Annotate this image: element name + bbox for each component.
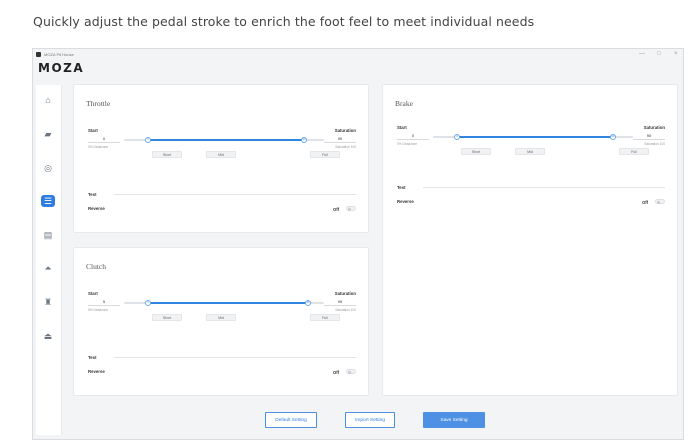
brake-start-label: Start — [397, 125, 407, 130]
throttle-saturation-hint: Saturation 100 — [335, 145, 356, 149]
throttle-start-label: Start — [88, 128, 98, 133]
throttle-title: Throttle — [86, 99, 111, 108]
sidebar-item-dashboard[interactable]: ⏶ — [41, 262, 55, 274]
default-setting-button[interactable]: Default Setting — [265, 412, 317, 428]
throttle-start-handle[interactable]: 0 — [145, 137, 151, 143]
window-title: MOZA Pit House — [44, 52, 74, 57]
clutch-panel: Clutch Start Saturation 5 95 5% Deadzone… — [73, 247, 369, 396]
brake-test-bar — [423, 187, 665, 188]
throttle-start-hint: 0% Deadzone — [88, 145, 109, 149]
brake-start-input[interactable]: 0 — [397, 133, 429, 140]
brake-title: Brake — [395, 99, 413, 108]
throttle-test-bar — [114, 194, 356, 195]
clutch-start-label: Start — [88, 291, 98, 296]
clutch-reverse-label: Reverse — [88, 369, 105, 374]
clutch-reverse-toggle[interactable] — [346, 369, 356, 374]
import-setting-button[interactable]: Import Setting — [345, 412, 395, 428]
clutch-mid-button[interactable]: Mid — [206, 314, 236, 321]
clutch-start-hint: 5% Deadzone — [88, 308, 109, 312]
save-setting-button[interactable]: Save Setting — [423, 412, 485, 428]
clutch-title: Clutch — [86, 262, 106, 271]
shield-icon: ◎ — [44, 162, 52, 173]
clutch-short-button[interactable]: Short — [152, 314, 182, 321]
throttle-end-handle[interactable]: 90 — [301, 137, 307, 143]
brake-mid-button[interactable]: Mid — [515, 148, 545, 155]
throttle-panel: Throttle Start Saturation 0 90 0% Deadzo… — [73, 84, 369, 233]
handbrake-icon: ♜ — [43, 296, 53, 307]
brake-saturation-hint: Saturation 100 — [644, 142, 665, 146]
clutch-saturation-input[interactable]: 95 — [324, 299, 356, 306]
pedals-icon: ☰ — [43, 195, 53, 206]
brake-reverse-label: Reverse — [397, 199, 414, 204]
clutch-end-handle[interactable]: 95 — [305, 300, 311, 306]
clutch-saturation-label: Saturation — [334, 291, 356, 296]
brake-test-label: Test — [397, 185, 406, 190]
throttle-reverse-toggle[interactable] — [346, 206, 356, 211]
sidebar: ⌂ ▰ ◎ ☰ ▤ ⏶ ♜ ⏏ — [36, 85, 62, 435]
throttle-test-label: Test — [88, 192, 97, 197]
throttle-mid-button[interactable]: Mid — [206, 151, 236, 158]
maximize-button[interactable]: □ — [657, 51, 661, 57]
clutch-test-label: Test — [88, 355, 97, 360]
throttle-short-button[interactable]: Short — [152, 151, 182, 158]
clutch-saturation-hint: Saturation 100 — [335, 308, 356, 312]
brake-start-hint: 0% Deadzone — [397, 142, 418, 146]
throttle-reverse-label: Reverse — [88, 206, 105, 211]
brake-full-button[interactable]: Full — [619, 148, 649, 155]
app-icon — [36, 52, 41, 57]
steering-wheel-icon: ▰ — [44, 128, 52, 139]
dashboard-icon: ⏶ — [44, 262, 52, 273]
sidebar-item-device[interactable]: ⏏ — [41, 330, 55, 342]
moza-logo: MOZA — [38, 61, 85, 75]
title-bar: MOZA Pit House — □ × — [33, 49, 683, 60]
shifter-icon: ▤ — [43, 229, 53, 240]
throttle-saturation-label: Saturation — [334, 128, 356, 133]
sidebar-item-home[interactable]: ⌂ — [41, 94, 55, 106]
clutch-start-handle[interactable]: 5 — [145, 300, 151, 306]
brake-reverse-toggle[interactable] — [655, 199, 665, 204]
clutch-start-input[interactable]: 5 — [88, 299, 120, 306]
brake-panel: Brake Start Saturation 0 90 0% Deadzone … — [382, 84, 678, 396]
clutch-test-bar — [114, 357, 356, 358]
caption-text: Quickly adjust the pedal stroke to enric… — [33, 14, 535, 29]
brake-saturation-input[interactable]: 90 — [633, 133, 665, 140]
sidebar-item-pedals[interactable]: ☰ — [41, 195, 55, 207]
brake-saturation-label: Saturation — [643, 125, 665, 130]
throttle-full-button[interactable]: Full — [310, 151, 340, 158]
throttle-saturation-input[interactable]: 90 — [324, 136, 356, 143]
sidebar-item-wheel[interactable]: ▰ — [41, 128, 55, 140]
brake-short-button[interactable]: Short — [461, 148, 491, 155]
minimize-button[interactable]: — — [639, 51, 645, 57]
throttle-start-input[interactable]: 0 — [88, 136, 120, 143]
close-button[interactable]: × — [674, 51, 678, 57]
device-icon: ⏏ — [43, 330, 53, 341]
sidebar-item-shifter[interactable]: ▤ — [41, 229, 55, 241]
brake-start-handle[interactable]: 0 — [454, 134, 460, 140]
brake-slider-fill — [457, 136, 613, 138]
clutch-full-button[interactable]: Full — [310, 314, 340, 321]
app-window: MOZA Pit House — □ × MOZA ⌂ ▰ ◎ ☰ ▤ ⏶ ♜ … — [32, 48, 684, 440]
throttle-reverse-state: Off — [333, 207, 340, 212]
home-icon: ⌂ — [45, 95, 51, 105]
throttle-slider-fill — [148, 139, 304, 141]
brake-end-handle[interactable]: 90 — [610, 134, 616, 140]
sidebar-item-handbrake[interactable]: ♜ — [41, 296, 55, 308]
clutch-slider-fill — [148, 302, 308, 304]
clutch-reverse-state: Off — [333, 370, 340, 375]
sidebar-item-settings[interactable]: ◎ — [41, 162, 55, 174]
brake-reverse-state: Off — [642, 200, 649, 205]
